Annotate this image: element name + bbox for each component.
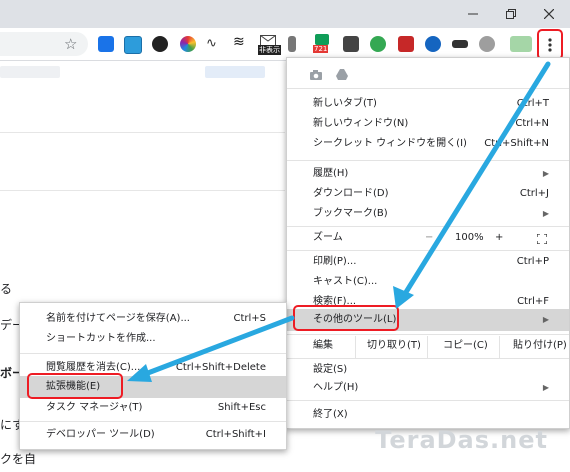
menu-row-edit: 編集 切り取り(T) コピー(C) 貼り付け(P): [287, 336, 569, 358]
menu-item-cast[interactable]: キャスト(C)...: [287, 272, 569, 292]
extension-icon-11[interactable]: [398, 36, 414, 52]
menu-label: デベロッパー ツール(D): [46, 429, 155, 440]
menu-label: キャスト(C)...: [313, 276, 378, 287]
submenu-item-save-page[interactable]: 名前を付けてページを保存(A)... Ctrl+S: [20, 309, 286, 329]
zoom-label: ズーム: [313, 232, 343, 243]
page-divider: [0, 132, 285, 133]
extension-icon-2[interactable]: [124, 36, 142, 54]
chrome-main-menu: 新しいタブ(T) Ctrl+T 新しいウィンドウ(N) Ctrl+N シークレッ…: [286, 57, 570, 429]
page-divider: [0, 190, 285, 191]
zoom-level: 100%: [455, 232, 484, 243]
extension-icon-9[interactable]: [343, 36, 359, 52]
menu-label: 履歴(H): [313, 168, 349, 179]
pulse-extension-icon[interactable]: ∿: [206, 36, 217, 51]
extension-icon-3[interactable]: [152, 36, 168, 52]
menu-shortcut: Ctrl+P: [516, 256, 549, 267]
copy-button[interactable]: コピー(C): [443, 336, 488, 356]
menu-label: シークレット ウィンドウを開く(I): [313, 138, 467, 149]
extension-icon-1[interactable]: [98, 36, 114, 52]
star-icon[interactable]: ☆: [64, 35, 77, 53]
extension-icon-10[interactable]: [370, 36, 386, 52]
annotation-highlight-more-tools: [293, 305, 399, 331]
menu-shortcut: Ctrl+Shift+Delete: [175, 362, 266, 373]
cut-button[interactable]: 切り取り(T): [367, 336, 421, 356]
menu-shortcut: Ctrl+T: [516, 98, 549, 109]
menu-item-settings[interactable]: 設定(S): [287, 360, 569, 380]
menu-shortcut: Ctrl+Shift+N: [484, 138, 549, 149]
zoom-out-button[interactable]: −: [425, 228, 433, 248]
chevron-right-icon: ▶: [542, 315, 549, 324]
close-button[interactable]: [534, 0, 564, 28]
minimize-button[interactable]: [458, 0, 488, 28]
restore-icon: [506, 9, 516, 19]
page-text: クを自: [0, 452, 37, 466]
extension-icon-14[interactable]: [479, 36, 495, 52]
close-icon: [544, 9, 554, 19]
menu-label: 新しいタブ(T): [313, 98, 377, 109]
chevron-right-icon: ▶: [542, 209, 549, 218]
extension-icon-15[interactable]: [510, 36, 532, 52]
menu-item-exit[interactable]: 終了(X): [287, 405, 569, 425]
menu-item-downloads[interactable]: ダウンロード(D) Ctrl+J: [287, 184, 569, 204]
menu-label: 設定(S): [313, 364, 348, 375]
menu-item-new-window[interactable]: 新しいウィンドウ(N) Ctrl+N: [287, 114, 569, 134]
menu-shortcut: Ctrl+S: [233, 313, 266, 324]
submenu-item-developer-tools[interactable]: デベロッパー ツール(D) Ctrl+Shift+I: [20, 425, 286, 445]
menu-item-new-tab[interactable]: 新しいタブ(T) Ctrl+T: [287, 94, 569, 114]
annotation-highlight-extensions: [27, 373, 123, 399]
submenu-item-task-manager[interactable]: タスク マネージャ(T) Shift+Esc: [20, 398, 286, 418]
badge: 721: [313, 45, 329, 53]
chevron-right-icon: ▶: [542, 383, 549, 392]
page-text: る: [0, 282, 13, 296]
menu-item-help[interactable]: ヘルプ(H) ▶: [287, 378, 569, 398]
chevron-right-icon: ▶: [542, 169, 549, 178]
badge: 非表示: [258, 45, 281, 55]
menu-label: ブックマーク(B): [313, 208, 388, 219]
menu-label: 新しいウィンドウ(N): [313, 118, 409, 129]
extension-icon-7[interactable]: [288, 36, 296, 52]
minimize-icon: [468, 13, 478, 15]
camera-icon[interactable]: [309, 69, 323, 81]
menu-shortcut: Shift+Esc: [217, 402, 266, 413]
menu-item-bookmarks[interactable]: ブックマーク(B) ▶: [287, 204, 569, 224]
watermark: TeraDas.net: [375, 426, 548, 454]
annotation-highlight-menu: [537, 29, 563, 60]
menu-item-incognito[interactable]: シークレット ウィンドウを開く(I) Ctrl+Shift+N: [287, 134, 569, 154]
menu-shortcut: Ctrl+N: [515, 118, 549, 129]
menu-shortcut: Ctrl+Shift+I: [205, 429, 266, 440]
restore-button[interactable]: [496, 0, 526, 28]
menu-label: 印刷(P)...: [313, 256, 357, 267]
layers-extension-icon[interactable]: ≋: [233, 34, 245, 50]
submenu-item-create-shortcut[interactable]: ショートカットを作成...: [20, 329, 286, 349]
fullscreen-icon[interactable]: [537, 234, 547, 244]
menu-label: ショートカットを作成...: [46, 333, 156, 344]
menu-item-print[interactable]: 印刷(P)... Ctrl+P: [287, 252, 569, 272]
drive-icon[interactable]: [335, 68, 349, 81]
edit-label: 編集: [313, 340, 333, 351]
extension-icon-12[interactable]: [425, 36, 441, 52]
menu-row-zoom: ズーム − 100% +: [287, 228, 569, 250]
paste-button[interactable]: 貼り付け(P): [513, 336, 567, 356]
menu-shortcut: Ctrl+J: [519, 188, 549, 199]
mail-extension-icon[interactable]: 非表示: [258, 33, 281, 55]
menu-label: 名前を付けてページを保存(A)...: [46, 313, 190, 324]
menu-label: ダウンロード(D): [313, 188, 389, 199]
calendar-extension-icon[interactable]: 721: [313, 33, 333, 55]
menu-label: 終了(X): [313, 409, 348, 420]
zoom-in-button[interactable]: +: [495, 228, 503, 248]
bookmark-item[interactable]: [205, 66, 265, 78]
menu-label: タスク マネージャ(T): [46, 402, 143, 413]
menu-item-history[interactable]: 履歴(H) ▶: [287, 164, 569, 184]
extension-icon-13[interactable]: [452, 40, 468, 48]
menu-label: ヘルプ(H): [313, 382, 359, 393]
color-picker-extension-icon[interactable]: [180, 36, 196, 52]
bookmark-item[interactable]: [0, 66, 60, 78]
